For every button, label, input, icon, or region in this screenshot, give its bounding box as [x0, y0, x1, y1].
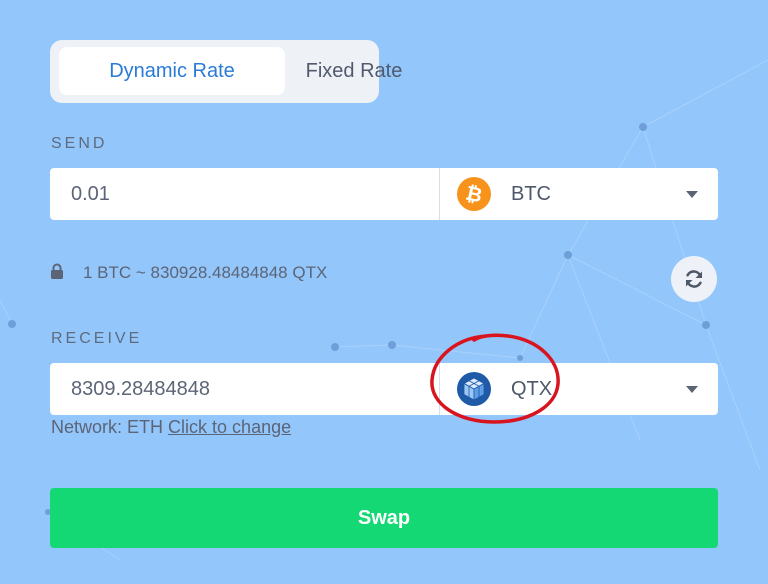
network-info: Network: ETH Click to change — [51, 417, 291, 438]
rate-type-toggle: Dynamic Rate Fixed Rate — [50, 40, 402, 103]
chevron-down-icon — [686, 191, 698, 198]
send-field-row: ₿ BTC — [50, 168, 718, 220]
send-currency-ticker: BTC — [511, 183, 551, 205]
receive-label: RECEIVE — [51, 330, 143, 347]
chevron-down-icon — [686, 386, 698, 393]
change-network-link[interactable]: Click to change — [168, 417, 291, 437]
bitcoin-icon: ₿ — [457, 177, 491, 211]
swap-button[interactable]: Swap — [50, 488, 718, 548]
receive-amount-input[interactable] — [50, 363, 438, 415]
send-currency-select[interactable]: ₿ BTC — [440, 168, 718, 220]
tab-dynamic-rate[interactable]: Dynamic Rate — [59, 47, 285, 95]
refresh-rate-button[interactable] — [671, 256, 717, 302]
receive-field-row: QTX — [50, 363, 718, 415]
send-amount-input[interactable] — [50, 168, 438, 220]
tab-fixed-rate[interactable]: Fixed Rate — [286, 47, 422, 95]
refresh-icon — [686, 270, 702, 288]
lock-icon — [51, 263, 63, 279]
network-label: Network: ETH — [51, 417, 164, 437]
send-label: SEND — [51, 135, 108, 152]
exchange-rate-text: 1 BTC ~ 830928.48484848 QTX — [83, 263, 328, 282]
annotation-circle — [430, 333, 560, 424]
